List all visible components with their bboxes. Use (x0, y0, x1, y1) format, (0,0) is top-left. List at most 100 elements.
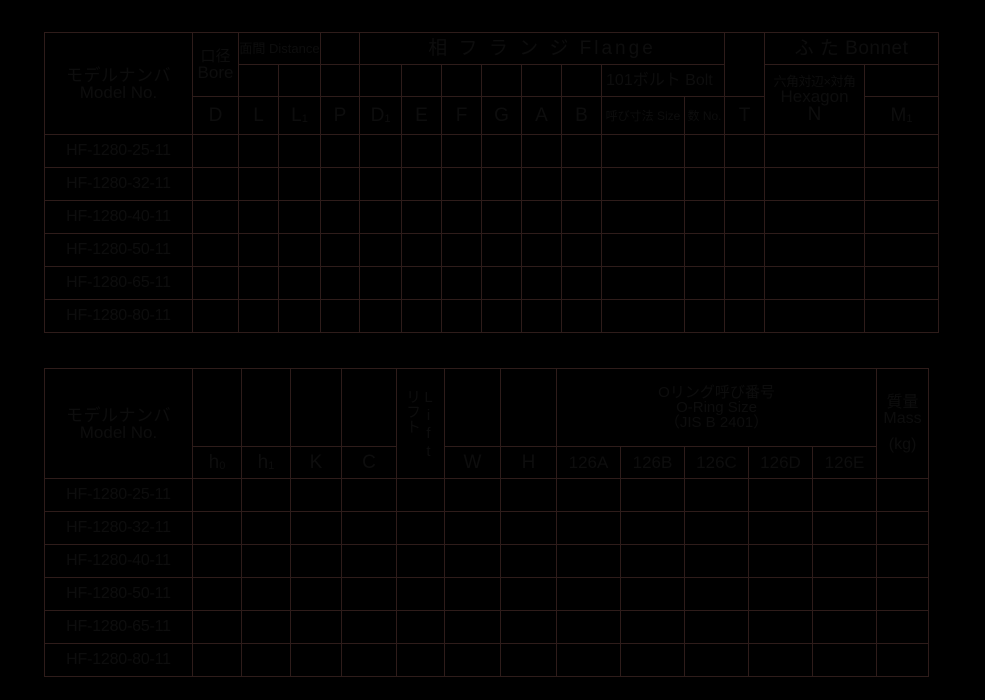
model-no-header-jp: モデルナンバ (66, 65, 171, 85)
data-cell (401, 167, 443, 201)
data-cell (748, 643, 813, 677)
data-cell (359, 233, 403, 267)
mass-unit: (kg) (888, 435, 917, 453)
data-cell (192, 610, 242, 644)
data-cell (396, 577, 445, 611)
data-cell (876, 577, 930, 611)
data-cell (620, 610, 685, 644)
data-cell (341, 511, 397, 545)
p-header-spacer (320, 32, 361, 65)
model-no-cell: HF-1280-80-11 (44, 643, 193, 677)
data-cell (441, 233, 483, 267)
data-cell (401, 200, 443, 234)
data-cell (500, 643, 557, 677)
model-no-cell: HF-1280-32-11 (44, 167, 193, 201)
page-root: モデルナンバ Model No. 口径 Bore 面間 Distance 相 フ… (0, 0, 985, 700)
data-cell (341, 544, 397, 578)
model-no-cell: HF-1280-65-11 (44, 266, 193, 300)
data-cell (561, 233, 603, 267)
table-row: HF-1280-40-11 (44, 200, 940, 234)
lift-header-jp: リフト (404, 388, 421, 434)
mass-header-jp: 質量 (886, 393, 919, 411)
data-cell (724, 233, 766, 267)
f-header-spacer (441, 64, 483, 97)
model-no-header-2: モデルナンバ Model No. (44, 368, 193, 479)
oring-size-126b: 126B (620, 446, 685, 479)
data-cell (320, 134, 361, 168)
h1-header-spacer (241, 368, 291, 447)
bore-header-jp: 口径 (200, 47, 231, 65)
data-cell (684, 233, 726, 267)
data-cell (290, 577, 342, 611)
data-cell (724, 200, 766, 234)
symbol-h1: h1 (241, 446, 291, 479)
data-cell (684, 200, 726, 234)
data-cell (441, 200, 483, 234)
w-header-spacer (444, 368, 501, 447)
symbol-g: G (481, 96, 523, 135)
data-cell (876, 511, 930, 545)
data-cell (684, 266, 726, 300)
data-cell (238, 167, 279, 201)
data-cell (192, 577, 242, 611)
model-no-cell: HF-1280-25-11 (44, 478, 193, 512)
data-cell (481, 200, 523, 234)
bonnet-group-header: ふ た Bonnet (764, 32, 940, 65)
data-cell (876, 478, 930, 512)
data-cell (521, 167, 563, 201)
m1-header-spacer (864, 64, 940, 97)
table-row: HF-1280-32-11 (44, 511, 930, 545)
data-cell (396, 544, 445, 578)
data-cell (556, 478, 621, 512)
symbol-l1: L1 (277, 96, 322, 135)
data-cell (684, 610, 749, 644)
data-cell (444, 478, 501, 512)
data-cell (396, 511, 445, 545)
data-cell (320, 200, 361, 234)
data-cell (192, 233, 239, 267)
hexagon-header: 六角対辺×対角 Hexagon N (764, 64, 866, 135)
g-header-spacer (481, 64, 523, 97)
model-no-cell: HF-1280-40-11 (44, 544, 193, 578)
data-cell (876, 643, 930, 677)
symbol-c: C (341, 446, 397, 479)
data-cell (521, 200, 563, 234)
data-cell (684, 167, 726, 201)
data-cell (192, 134, 239, 168)
data-cell (359, 200, 403, 234)
symbol-m1: M1 (864, 96, 940, 135)
symbol-h: H (500, 446, 557, 479)
symbol-k: K (290, 446, 342, 479)
data-cell (764, 266, 866, 300)
data-cell (277, 167, 322, 201)
dimension-table-secondary: モデルナンバ Model No. リフト Lift Oリング呼び番号 O-Rin… (44, 368, 930, 677)
oring-header-line1: Oリング呼び番号 (658, 384, 775, 401)
bolt-group-header: 101ボルト Bolt (601, 64, 726, 97)
data-cell (521, 299, 563, 333)
data-cell (684, 134, 726, 168)
data-cell (396, 643, 445, 677)
model-no-cell: HF-1280-80-11 (44, 299, 193, 333)
data-cell (724, 299, 766, 333)
data-cell (241, 544, 291, 578)
table-row: HF-1280-32-11 (44, 167, 940, 201)
data-cell (556, 511, 621, 545)
model-no-cell: HF-1280-40-11 (44, 200, 193, 234)
data-cell (811, 478, 878, 512)
table-row: HF-1280-65-11 (44, 266, 940, 300)
data-cell (241, 577, 291, 611)
data-cell (811, 511, 878, 545)
table-row: HF-1280-50-11 (44, 577, 930, 611)
data-cell (500, 577, 557, 611)
data-cell (290, 478, 342, 512)
data-cell (724, 266, 766, 300)
h-header-spacer (500, 368, 557, 447)
data-cell (192, 200, 239, 234)
data-cell (238, 200, 279, 234)
bore-header: 口径 Bore (192, 32, 239, 97)
data-cell (192, 643, 242, 677)
data-cell (359, 134, 403, 168)
data-cell (620, 643, 685, 677)
oring-header-line2: O-Ring Size (676, 399, 757, 416)
h0-header-spacer (192, 368, 242, 447)
